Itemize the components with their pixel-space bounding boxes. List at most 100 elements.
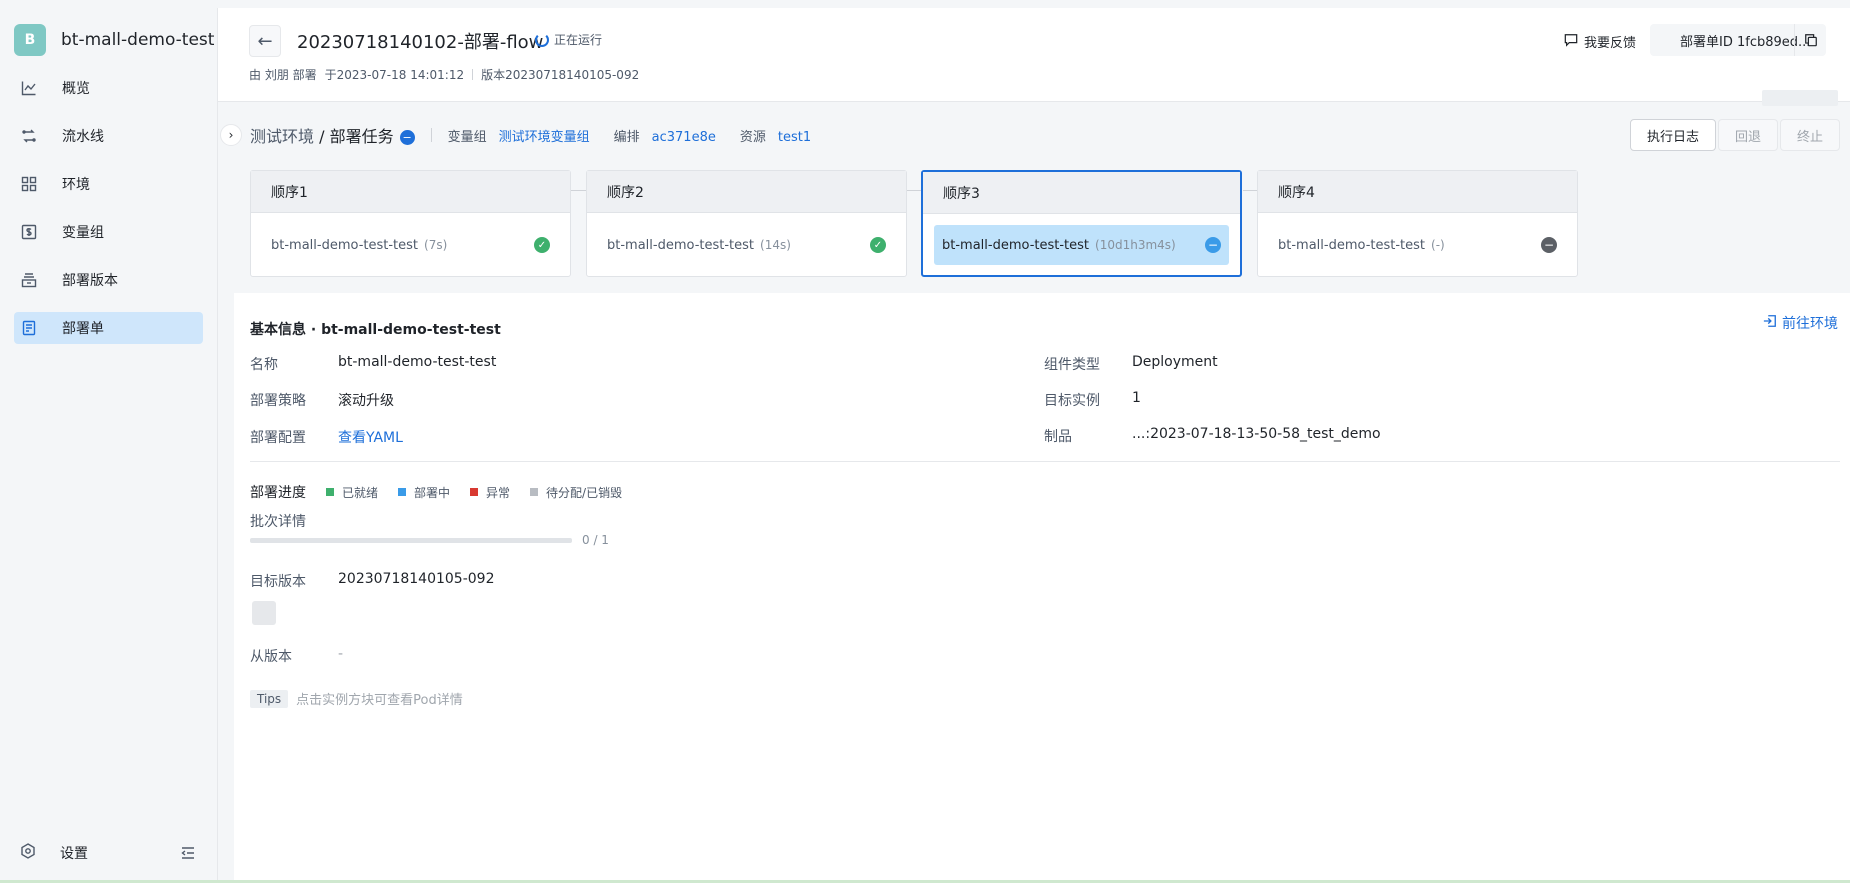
- target-version: 目标版本 20230718140105-092: [250, 571, 494, 591]
- legend-swatch: [326, 488, 334, 496]
- enter-icon: [1763, 314, 1777, 332]
- batch-progress-bar: [250, 538, 572, 543]
- sidebar-item-label: 流水线: [62, 129, 104, 145]
- info-key: 部署配置: [250, 430, 306, 446]
- stage-card: 顺序2 bt-mall-demo-test-test (14s) ✓: [586, 170, 907, 277]
- stage-connector: [1243, 190, 1257, 191]
- brand-name: bt-mall-demo-test: [61, 30, 215, 50]
- breadcrumb: 测试环境 / 部署任务 −: [250, 123, 415, 147]
- stage-title: 顺序4: [1258, 171, 1577, 213]
- meta-time: 于2023-07-18 14:01:12: [324, 68, 465, 82]
- pod-instance-block[interactable]: [252, 601, 276, 625]
- sidebar-item-pipeline[interactable]: 流水线: [14, 120, 203, 152]
- running-minus-icon: −: [1205, 237, 1221, 253]
- deploy-meta: 由 刘朋 部署 于2023-07-18 14:01:12 版本202307181…: [249, 66, 639, 83]
- legend-label: 异常: [486, 485, 511, 500]
- job-duration: (-): [1431, 237, 1445, 252]
- resource-link[interactable]: test1: [778, 130, 811, 145]
- stage-title: 顺序1: [251, 171, 570, 213]
- legend-item: 部署中: [398, 484, 450, 501]
- tips-tag: Tips: [250, 689, 289, 708]
- expand-panel-button[interactable]: ›: [220, 124, 242, 146]
- brand-logo: B: [14, 24, 46, 56]
- info-key: 部署策略: [250, 393, 306, 409]
- sidebar-item-label: 概览: [62, 81, 90, 97]
- job-duration: (10d1h3m4s): [1095, 237, 1176, 252]
- loading-spinner-icon: [535, 32, 549, 47]
- divider: [430, 128, 432, 142]
- info-key: 制品: [1044, 429, 1072, 445]
- var-group: 变量组 测试环境变量组: [448, 126, 590, 145]
- message-icon: [1564, 33, 1578, 51]
- breadcrumb-env[interactable]: 测试环境: [250, 127, 314, 146]
- stage-card-current: 顺序3 bt-mall-demo-test-test (10d1h3m4s) −: [921, 170, 1242, 277]
- pipeline-icon: [20, 127, 38, 145]
- info-value: 滚动升级: [338, 393, 394, 409]
- info-key: 从版本: [250, 649, 292, 665]
- stage-job[interactable]: bt-mall-demo-test-test (10d1h3m4s) −: [934, 225, 1229, 265]
- stop-button[interactable]: 终止: [1779, 119, 1840, 151]
- meta-version: 版本20230718140105-092: [481, 68, 640, 82]
- progress-title: 部署进度: [250, 485, 306, 501]
- status-text: 正在运行: [554, 33, 603, 47]
- sidebar-item-environment[interactable]: 环境: [14, 168, 203, 200]
- stage-title: 顺序3: [923, 172, 1240, 214]
- view-yaml-link[interactable]: 查看YAML: [338, 427, 403, 447]
- sidebar-item-overview[interactable]: 概览: [14, 72, 203, 104]
- breadcrumb-task: 部署任务: [329, 127, 394, 146]
- deploy-id-text: 部署单ID 1fcb89ed...: [1680, 34, 1811, 50]
- sidebar-footer: 设置: [0, 843, 218, 863]
- variable-icon: [20, 223, 38, 241]
- legend-label: 部署中: [414, 485, 451, 500]
- rollback-button[interactable]: 回退: [1717, 119, 1778, 151]
- stage-card: 顺序1 bt-mall-demo-test-test (7s) ✓: [250, 170, 571, 277]
- legend-swatch: [398, 488, 407, 496]
- sidebar-item-label: 变量组: [62, 225, 104, 241]
- info-key: 名称: [250, 357, 278, 373]
- job-duration: (7s): [424, 237, 448, 252]
- info-artifact: 制品 ...:2023-07-18-13-50-58_test_demo: [1044, 426, 1381, 446]
- package-icon: [20, 271, 38, 289]
- stage-job[interactable]: bt-mall-demo-test-test (-) −: [1270, 225, 1565, 265]
- info-strategy: 部署策略 滚动升级: [250, 390, 394, 410]
- brand[interactable]: B bt-mall-demo-test: [0, 8, 217, 72]
- sidebar-item-variables[interactable]: 变量组: [14, 216, 203, 248]
- settings-icon: [20, 843, 36, 863]
- info-target-instances: 目标实例 1: [1044, 390, 1141, 410]
- info-value: Deployment: [1132, 354, 1218, 370]
- tips-text: 点击实例方块可查看Pod详情: [296, 693, 463, 708]
- grid-icon: [20, 175, 38, 193]
- info-key: 组件类型: [1044, 357, 1100, 373]
- stage-job[interactable]: bt-mall-demo-test-test (14s) ✓: [599, 225, 894, 265]
- info-key: 目标版本: [250, 574, 306, 590]
- collapse-sidebar-icon[interactable]: [180, 845, 196, 861]
- task-bar: › 测试环境 / 部署任务 − 变量组 测试环境变量组 编排 ac371e8e 资源 t…: [220, 102, 1850, 168]
- arrow-left-icon: ←: [257, 30, 273, 52]
- goto-environment-link[interactable]: 前往环境: [1763, 313, 1838, 333]
- divider: [250, 461, 1840, 462]
- check-circle-icon: ✓: [534, 237, 550, 253]
- legend-label: 已就绪: [342, 485, 379, 500]
- arrange-link[interactable]: ac371e8e: [652, 130, 716, 145]
- info-component-type: 组件类型 Deployment: [1044, 354, 1218, 374]
- sidebar-item-deploy-version[interactable]: 部署版本: [14, 264, 203, 296]
- legend-label: 待分配/已销毁: [546, 485, 623, 500]
- feedback-link[interactable]: 我要反馈: [1564, 32, 1636, 51]
- info-value: ...:2023-07-18-13-50-58_test_demo: [1132, 426, 1381, 442]
- job-name: bt-mall-demo-test-test: [942, 237, 1090, 253]
- copy-icon[interactable]: [1794, 24, 1826, 56]
- from-version: 从版本 -: [250, 646, 343, 666]
- back-button[interactable]: ←: [249, 25, 281, 57]
- stage-connector: [571, 190, 586, 191]
- document-icon: [20, 319, 38, 337]
- settings-link[interactable]: 设置: [20, 843, 88, 863]
- var-group-key: 变量组: [447, 129, 487, 145]
- arrange: 编排 ac371e8e: [614, 126, 716, 145]
- job-duration: (14s): [760, 237, 791, 252]
- job-detail-panel: 基本信息 · bt-mall-demo-test-test 前往环境 名称 bt…: [234, 293, 1850, 883]
- stage-job[interactable]: bt-mall-demo-test-test (7s) ✓: [263, 225, 558, 265]
- var-group-link[interactable]: 测试环境变量组: [499, 130, 590, 145]
- sidebar-item-deploy-order[interactable]: 部署单: [14, 312, 203, 344]
- check-circle-icon: ✓: [870, 237, 886, 253]
- execution-log-button[interactable]: 执行日志: [1629, 119, 1716, 151]
